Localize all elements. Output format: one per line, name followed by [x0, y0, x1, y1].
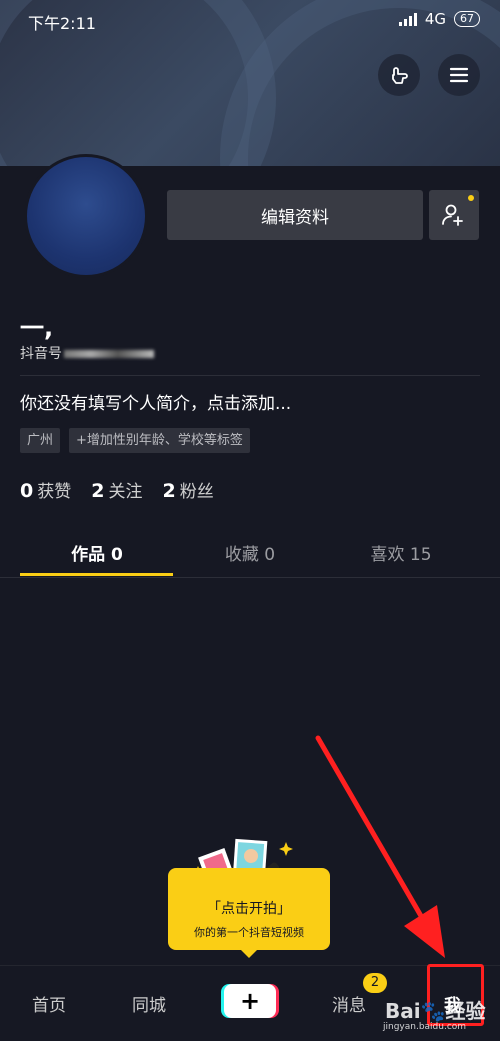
stats-row: 0 获赞 2 关注 2 粉丝	[20, 477, 214, 502]
start-shooting-tooltip[interactable]: 「点击开拍」 你的第一个抖音短视频	[168, 868, 330, 958]
active-tab-indicator	[20, 573, 173, 576]
plus-icon: +	[224, 984, 276, 1018]
add-tags-button[interactable]: +增加性别年龄、学校等标签	[69, 428, 250, 453]
divider	[20, 375, 480, 376]
battery-icon: 67	[454, 11, 480, 27]
tab-favorites[interactable]: 收藏 0	[167, 540, 333, 565]
status-time: 下午2:11	[28, 14, 96, 33]
create-button[interactable]: +	[221, 984, 279, 1018]
edit-profile-button[interactable]: 编辑资料	[167, 190, 423, 240]
nickname: 一,	[20, 314, 54, 342]
stat-likes[interactable]: 0 获赞	[20, 477, 71, 502]
nav-home[interactable]: 首页	[32, 991, 66, 1016]
menu-icon	[449, 67, 469, 83]
status-indicators: 4G 67	[398, 10, 480, 28]
stat-following[interactable]: 2 关注	[91, 477, 142, 502]
location-tag[interactable]: 广州	[20, 428, 61, 453]
network-type: 4G	[424, 10, 446, 28]
nav-nearby[interactable]: 同城	[132, 991, 166, 1016]
tooltip-title: 「点击开拍」	[207, 901, 291, 917]
stat-value: 0	[20, 480, 34, 502]
douyin-id-label: 抖音号	[20, 346, 62, 362]
menu-button[interactable]	[438, 54, 480, 96]
stat-value: 2	[91, 480, 105, 502]
baidu-jingyan-watermark: Bai🐾经验	[385, 999, 486, 1023]
stat-followers[interactable]: 2 粉丝	[162, 477, 213, 502]
id-redacted	[64, 350, 154, 358]
avatar[interactable]	[24, 154, 148, 278]
nav-messages[interactable]: 消息	[332, 991, 366, 1016]
messages-badge: 2	[363, 973, 387, 993]
watermark-url: jingyan.baidu.com	[383, 1022, 467, 1032]
signal-icon	[398, 12, 417, 26]
stat-value: 2	[162, 480, 176, 502]
stat-label: 获赞	[37, 482, 72, 502]
stat-label: 关注	[108, 482, 143, 502]
add-friend-button[interactable]	[429, 190, 479, 240]
add-user-icon	[442, 204, 463, 226]
tab-likes[interactable]: 喜欢 15	[318, 540, 484, 565]
tab-works[interactable]: 作品 0	[14, 540, 180, 565]
douyin-id: 抖音号	[20, 343, 154, 363]
hand-icon	[392, 67, 408, 84]
notification-dot	[468, 195, 474, 201]
tooltip-subtitle: 你的第一个抖音短视频	[194, 926, 304, 939]
stat-label: 粉丝	[179, 482, 214, 502]
bio-prompt[interactable]: 你还没有填写个人简介，点击添加...	[20, 389, 291, 414]
greet-hand-button[interactable]	[378, 54, 420, 96]
